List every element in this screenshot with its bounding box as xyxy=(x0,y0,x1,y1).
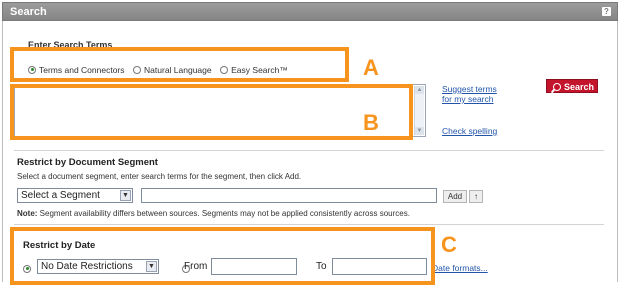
segment-instructions: Select a document segment, enter search … xyxy=(17,172,302,181)
callout-label-a: A xyxy=(363,55,379,80)
add-segment-button[interactable]: Add xyxy=(443,190,467,203)
segment-up-button[interactable]: ↑ xyxy=(469,190,483,203)
suggest-terms-line1: Suggest terms xyxy=(442,84,497,94)
scroll-up-icon[interactable]: ▲ xyxy=(415,86,424,94)
segment-note-label: Note: xyxy=(17,209,38,218)
divider xyxy=(14,224,604,225)
help-icon[interactable]: ? xyxy=(602,7,611,16)
window-title: Search xyxy=(10,6,47,18)
segment-note: Note: Segment availability differs betwe… xyxy=(17,209,410,218)
divider xyxy=(14,150,604,151)
suggest-terms-line2: for my search xyxy=(442,94,494,104)
callout-label-c: C xyxy=(441,232,457,257)
callout-box-c xyxy=(10,227,435,285)
check-spelling-link[interactable]: Check spelling xyxy=(442,126,497,136)
callout-label-b: B xyxy=(363,110,379,135)
segment-select-value: Select a Segment xyxy=(21,190,100,201)
scroll-down-icon[interactable]: ▼ xyxy=(415,127,424,135)
segment-select[interactable]: Select a Segment ▼ xyxy=(17,188,133,203)
callout-box-b xyxy=(10,84,413,140)
search-button-label: Search xyxy=(564,82,595,92)
chevron-down-icon: ▼ xyxy=(120,190,131,201)
segment-terms-input[interactable] xyxy=(141,188,437,203)
window-titlebar: Search ? xyxy=(2,2,618,21)
date-formats-link[interactable]: Date formats... xyxy=(432,263,488,273)
textarea-scrollbar[interactable]: ▲ ▼ xyxy=(414,86,424,135)
segment-heading: Restrict by Document Segment xyxy=(17,157,158,168)
segment-note-text: Segment availability differs between sou… xyxy=(37,209,410,218)
search-icon xyxy=(553,83,561,91)
suggest-terms-link[interactable]: Suggest terms for my search xyxy=(442,84,497,104)
callout-box-a xyxy=(10,47,349,82)
search-button[interactable]: Search xyxy=(546,79,598,93)
